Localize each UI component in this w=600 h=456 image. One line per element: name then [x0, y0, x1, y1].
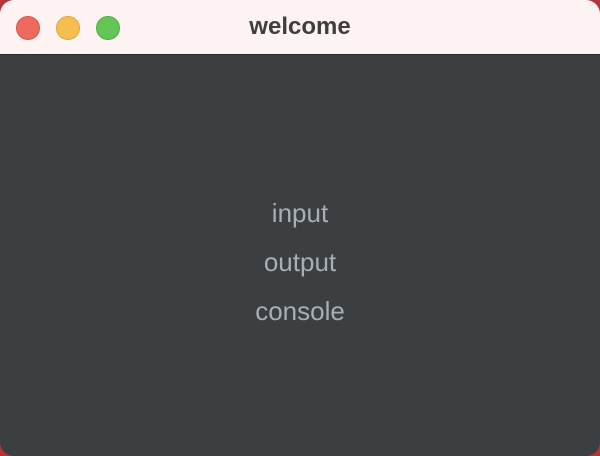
menu-item-console[interactable]: console — [0, 287, 600, 336]
menu-item-input[interactable]: input — [0, 189, 600, 238]
window-title: welcome — [249, 13, 351, 40]
menu-list: input output console — [0, 189, 600, 336]
app-window: welcome input output console — [0, 0, 600, 456]
menu-item-output[interactable]: output — [0, 238, 600, 287]
title-bar[interactable]: welcome — [0, 0, 600, 55]
main-content: input output console — [0, 56, 600, 456]
